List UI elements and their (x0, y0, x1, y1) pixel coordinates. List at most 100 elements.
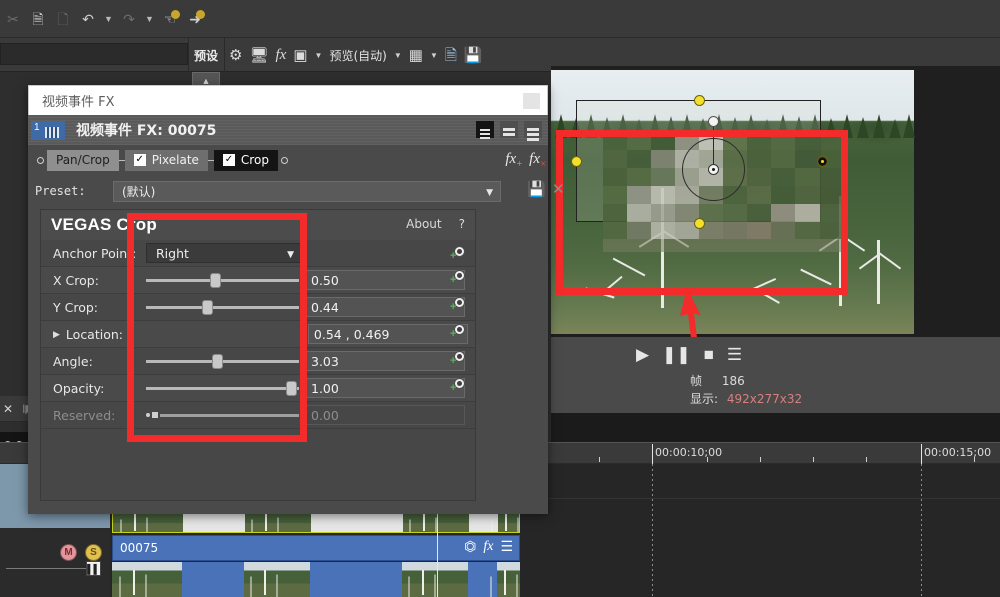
save-snapshot-icon[interactable]: 💾 (464, 48, 483, 63)
split-dropdown-icon[interactable]: ▼ (315, 51, 323, 60)
clip-title-bar[interactable]: 00075 ⏣ fx ☰ (112, 535, 520, 561)
remove-plugin-icon[interactable]: fx (529, 151, 540, 168)
angle-slider[interactable] (146, 351, 299, 371)
redo-dropdown-icon[interactable]: ▼ (143, 7, 156, 31)
param-row-reserved: Reserved: 0.00 (41, 402, 475, 429)
keyframe-icon[interactable]: + (450, 378, 465, 393)
plugin-crop[interactable]: ✓ Crop (214, 150, 278, 171)
copy-icon[interactable]: 🗋 (52, 7, 74, 31)
y-crop-slider[interactable] (146, 297, 299, 317)
y-crop-value-field[interactable]: 0.44 (305, 297, 465, 317)
rotation-handle[interactable] (708, 116, 719, 127)
keyframe-icon[interactable]: + (450, 246, 465, 261)
gear-icon[interactable]: ⚙ (229, 48, 242, 63)
main-toolbar: ✂ 🗎 🗋 ↶ ▼ ↷ ▼ ☜ ➜ (0, 0, 1000, 38)
preset-row: Preset: (默认) ▼ (28, 175, 548, 207)
keyframe-icon[interactable]: + (450, 324, 465, 339)
cut-icon[interactable]: ✂ (2, 7, 24, 31)
opacity-slider[interactable] (146, 378, 299, 398)
touch-help-icon[interactable]: ☜ (159, 7, 181, 31)
plugin-pan-crop[interactable]: Pan/Crop (47, 150, 119, 171)
chevron-down-icon[interactable]: ▼ (287, 250, 294, 260)
undo-dropdown-icon[interactable]: ▼ (102, 7, 115, 31)
param-row-x-crop: X Crop: 0.50 + (41, 267, 475, 294)
keyframe-icon[interactable]: + (450, 297, 465, 312)
chevron-down-icon[interactable]: ▼ (486, 188, 493, 198)
annotation-box-preview (556, 130, 848, 295)
level-knob-icon[interactable]: ▌▌ (86, 561, 101, 576)
mute-icon[interactable]: M (60, 544, 77, 561)
paste-icon[interactable]: 🗎 (27, 7, 49, 31)
dialog-header-title: 视频事件 FX: 00075 (76, 120, 216, 140)
angle-value-field[interactable]: 3.03 (305, 351, 465, 371)
pan-crop-icon[interactable]: ⏣ (464, 539, 476, 555)
crop-handle-top[interactable] (694, 95, 705, 106)
audio-track-clip[interactable] (112, 562, 520, 597)
list-view-button[interactable] (476, 121, 494, 138)
grid-view-button[interactable] (524, 121, 542, 138)
x-crop-value-field[interactable]: 0.50 (305, 270, 465, 290)
stop-icon[interactable]: ■ (704, 346, 714, 363)
keyframe-icon[interactable]: + (450, 270, 465, 285)
clip-thumbnail (112, 562, 182, 597)
preset-combo[interactable]: (默认) ▼ (113, 181, 501, 202)
plugin-pixelate[interactable]: ✓ Pixelate (125, 150, 208, 171)
plugin-label: Pixelate (152, 153, 199, 167)
event-menu-icon[interactable]: ☰ (500, 539, 513, 555)
preset-value: (默认) (122, 183, 155, 200)
play-icon[interactable]: ▶ (636, 346, 649, 363)
y-crop-value: 0.44 (311, 300, 339, 315)
track-number-chip: 1 (31, 121, 65, 140)
medium-view-button[interactable] (500, 121, 518, 138)
param-label: Angle: (41, 354, 146, 369)
solo-icon[interactable]: S (85, 544, 102, 561)
location-y-value: , 0.469 (346, 327, 390, 342)
frame-label: 帧 (690, 374, 702, 388)
list-icon[interactable]: ☰ (727, 346, 742, 363)
help-link[interactable]: ? (459, 217, 465, 231)
copy-snapshot-icon[interactable]: 🗎 (445, 48, 457, 63)
video-event-fx-dialog[interactable]: 视频事件 FX 1 视频事件 FX: 00075 (28, 85, 548, 514)
preview-footer (551, 413, 1000, 442)
undo-icon[interactable]: ↶ (77, 7, 99, 31)
reserved-value-field: 0.00 (305, 405, 465, 425)
chain-output-node[interactable] (281, 157, 288, 164)
pointer-help-icon[interactable]: ➜ (184, 7, 206, 31)
external-monitor-icon[interactable]: 🖥 (249, 48, 268, 63)
save-preset-icon[interactable]: 💾 (527, 180, 546, 198)
pause-icon[interactable]: ❚❚ (662, 346, 691, 363)
chain-input-node[interactable] (37, 157, 44, 164)
split-screen-icon[interactable]: ▣ (293, 48, 307, 63)
plugin-enable-checkbox[interactable]: ✓ (223, 154, 235, 166)
plugin-enable-checkbox[interactable]: ✓ (134, 154, 146, 166)
quality-dropdown-icon[interactable]: ▼ (394, 51, 402, 60)
dialog-titlebar[interactable]: 视频事件 FX (28, 85, 548, 115)
about-link[interactable]: About (406, 217, 441, 231)
display-value: 492x277x32 (727, 392, 802, 406)
grid-overlay-icon[interactable]: ▦ (409, 48, 423, 63)
param-label: Opacity: (41, 381, 146, 396)
event-fx-icon[interactable]: fx (483, 539, 493, 555)
opacity-value-field[interactable]: 1.00 (305, 378, 465, 398)
grid-dropdown-icon[interactable]: ▼ (430, 51, 438, 60)
frame-value: 186 (722, 374, 745, 388)
keyframe-icon[interactable]: + (450, 351, 465, 366)
preview-quality-value[interactable]: 预览(自动) (329, 47, 386, 64)
x-crop-slider[interactable] (146, 270, 299, 290)
param-row-y-crop: Y Crop: 0.44 + (41, 294, 475, 321)
expand-triangle-icon[interactable]: ▶ (53, 329, 60, 340)
add-plugin-icon[interactable]: fx (505, 151, 516, 168)
app-root: ✂ 🗎 🗋 ↶ ▼ ↷ ▼ ☜ ➜ 预设 ⚙ 🖥 fx ▣ ▼ 预览(自动) (0, 0, 1000, 597)
delete-preset-icon[interactable]: ✕ (552, 180, 565, 198)
location-value-field[interactable]: 0.54 , 0.469 (308, 324, 468, 344)
redo-icon[interactable]: ↷ (118, 7, 140, 31)
track-level-track[interactable] (6, 568, 98, 569)
timeline-cursor[interactable] (437, 507, 438, 597)
close-icon[interactable]: ✕ (3, 402, 13, 416)
anchor-point-combo[interactable]: Right ▼ (146, 243, 301, 263)
plugin-name: VEGAS Crop (51, 215, 157, 235)
dialog-titlebar-button[interactable] (523, 93, 540, 109)
preview-preset-label: 预设 (194, 47, 218, 64)
address-field[interactable] (0, 43, 188, 65)
video-fx-icon[interactable]: fx (276, 48, 287, 63)
